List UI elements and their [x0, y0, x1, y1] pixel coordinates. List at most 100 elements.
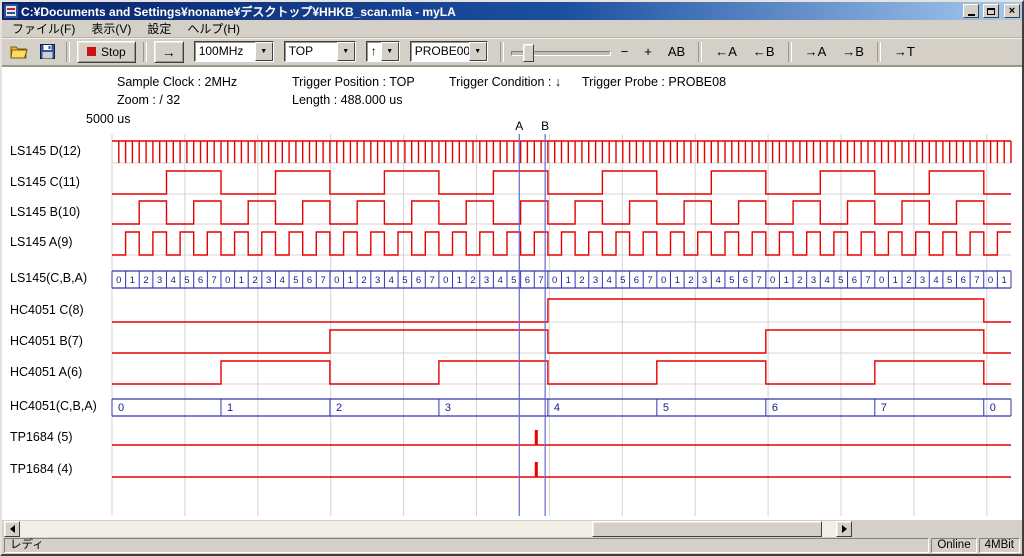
trigger-position-select[interactable]: TOP ▼: [284, 41, 356, 62]
stop-icon: [87, 47, 96, 56]
bus-value: 4: [554, 402, 560, 414]
goto-cursor-b-button[interactable]: ←B: [747, 41, 781, 63]
bus-value: 7: [429, 275, 434, 286]
bus-value: 0: [552, 275, 557, 286]
bus-value: 0: [334, 275, 339, 286]
scrollbar-track[interactable]: [20, 521, 836, 537]
open-button[interactable]: [7, 41, 31, 63]
waveform-bit: [112, 232, 1011, 255]
chevron-down-icon[interactable]: ▼: [337, 42, 355, 61]
zoom-slider-thumb[interactable]: [523, 44, 534, 62]
app-icon: [4, 4, 18, 18]
bus-value: 5: [293, 275, 298, 286]
bus-value: 2: [579, 275, 584, 286]
bus-value: 5: [663, 402, 669, 414]
left-arrow-icon: [6, 525, 15, 533]
bus-value: 0: [990, 402, 996, 414]
bus-value: 7: [974, 275, 979, 286]
bus-value: 2: [688, 275, 693, 286]
run-button[interactable]: →: [154, 41, 184, 63]
bus-value: 5: [947, 275, 952, 286]
bus-value: 4: [824, 275, 829, 286]
status-ready: レディ: [4, 538, 929, 553]
save-button[interactable]: [35, 41, 59, 63]
goto-trigger-button[interactable]: →T: [888, 41, 921, 63]
bus-value: 7: [865, 275, 870, 286]
close-button[interactable]: ×: [1004, 4, 1020, 18]
bus-value: 2: [906, 275, 911, 286]
zoom-slider[interactable]: [511, 42, 611, 62]
statusbar: レディ Online 4MBit: [2, 537, 1022, 554]
maximize-button[interactable]: [983, 4, 999, 18]
zoom-out-button[interactable]: −: [615, 41, 635, 63]
move-cursor-a-button[interactable]: →A: [799, 41, 833, 63]
bus-value: 1: [457, 275, 462, 286]
bus-value: 3: [920, 275, 925, 286]
waveform-bit: [112, 171, 1011, 194]
bus-value: 4: [933, 275, 938, 286]
bus-value: 4: [607, 275, 612, 286]
chevron-down-icon[interactable]: ▼: [255, 42, 273, 61]
bus-value: 2: [797, 275, 802, 286]
scroll-strip: [2, 520, 1022, 537]
zoom-in-button[interactable]: +: [638, 41, 658, 63]
bus-value: 0: [118, 402, 124, 414]
window-title: C:¥Documents and Settings¥noname¥デスクトップ¥…: [21, 3, 959, 20]
bus-value: 4: [171, 275, 176, 286]
bus-value: 5: [402, 275, 407, 286]
bus-value: 6: [307, 275, 312, 286]
chevron-down-icon[interactable]: ▼: [469, 42, 487, 61]
titlebar: C:¥Documents and Settings¥noname¥デスクトップ¥…: [2, 2, 1022, 20]
sample-rate-select[interactable]: 100MHz ▼: [194, 41, 274, 62]
bus-value: 3: [484, 275, 489, 286]
bus-value: 1: [130, 275, 135, 286]
bus-value: 4: [715, 275, 720, 286]
bus-value: 7: [212, 275, 217, 286]
bus-value: 6: [525, 275, 530, 286]
bus-value: 1: [675, 275, 680, 286]
goto-cursor-a-button[interactable]: ←A: [709, 41, 743, 63]
menu-view[interactable]: 表示(V): [83, 19, 139, 38]
close-icon: ×: [1009, 6, 1015, 16]
bus-value: 1: [893, 275, 898, 286]
bus-value: 7: [647, 275, 652, 286]
stop-button[interactable]: Stop: [77, 41, 136, 63]
toolbar-separator: [877, 42, 881, 62]
bus-value: 5: [729, 275, 734, 286]
bus-value: 2: [252, 275, 257, 286]
menu-help[interactable]: ヘルプ(H): [179, 19, 248, 38]
bus-value: 3: [593, 275, 598, 286]
toolbar: Stop → 100MHz ▼ TOP ▼ ↑ ▼ PROBE00 ▼ − + …: [2, 38, 1022, 66]
ab-range-button[interactable]: AB: [662, 41, 691, 63]
waveform-clock: [112, 141, 1011, 163]
bus-value: 3: [157, 275, 162, 286]
move-cursor-b-button[interactable]: →B: [836, 41, 870, 63]
waveform-plot: 0123456701234567012345670123456701234567…: [2, 66, 1022, 520]
bus-value: 3: [702, 275, 707, 286]
bus-value: 6: [743, 275, 748, 286]
horizontal-scrollbar[interactable]: [4, 521, 852, 537]
menu-settings[interactable]: 設定: [139, 19, 179, 38]
minimize-button[interactable]: [963, 4, 979, 18]
bus-value: 6: [852, 275, 857, 286]
bus-value: 5: [511, 275, 516, 286]
toolbar-separator: [500, 42, 504, 62]
bus-value: 1: [1002, 275, 1007, 286]
menu-file[interactable]: ファイル(F): [4, 19, 83, 38]
scroll-left-button[interactable]: [4, 521, 20, 537]
chevron-down-icon[interactable]: ▼: [381, 42, 399, 61]
bus-value: 2: [336, 402, 342, 414]
status-online: Online: [931, 538, 976, 553]
bus-value: 6: [416, 275, 421, 286]
trigger-edge-select[interactable]: ↑ ▼: [366, 41, 400, 62]
trigger-probe-value: PROBE00: [411, 42, 469, 61]
stop-label: Stop: [101, 45, 126, 59]
bus-value: 1: [566, 275, 571, 286]
scrollbar-thumb[interactable]: [592, 521, 822, 537]
bus-value: 1: [784, 275, 789, 286]
scroll-right-button[interactable]: [836, 521, 852, 537]
bus-value: 1: [227, 402, 233, 414]
bus-value: 0: [661, 275, 666, 286]
bus-value: 5: [184, 275, 189, 286]
trigger-probe-select[interactable]: PROBE00 ▼: [410, 41, 488, 62]
